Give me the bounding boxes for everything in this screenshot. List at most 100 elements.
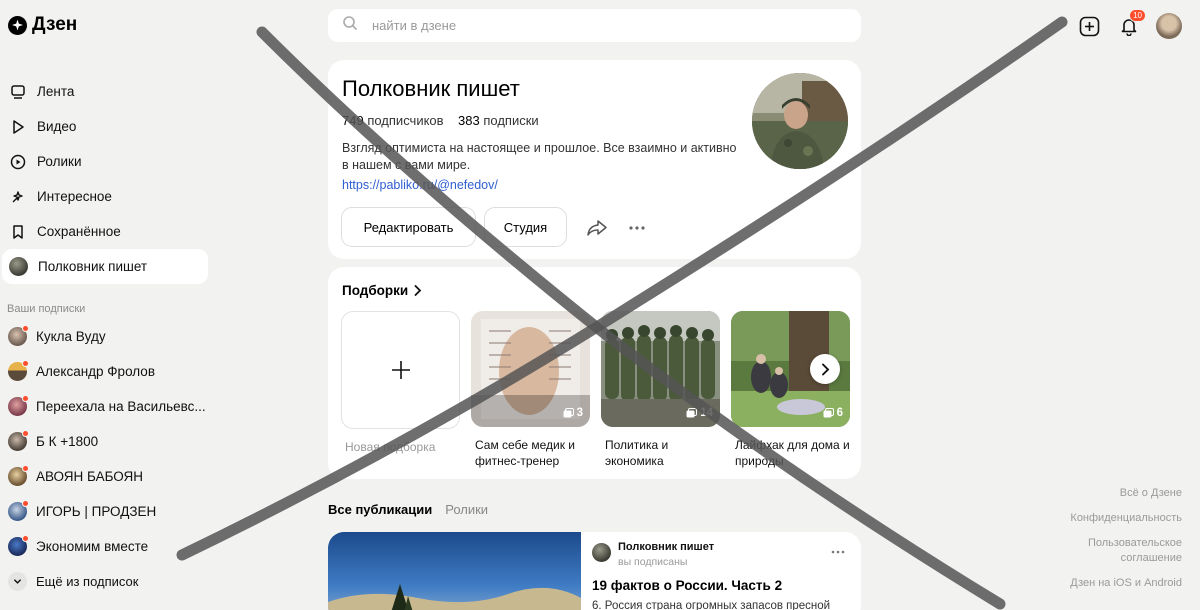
subscription-label: ИГОРЬ | ПРОДЗЕН [36, 504, 157, 519]
author-avatar[interactable] [592, 543, 611, 562]
footer-privacy-link[interactable]: Конфиденциальность [1070, 511, 1182, 526]
collection-count: 3 [563, 407, 583, 419]
subscription-item[interactable]: Переехала на Васильевс... [2, 389, 208, 424]
studio-button[interactable]: Студия [484, 207, 567, 247]
collection-label[interactable]: Политика и экономика [605, 437, 720, 469]
subscription-label: Кукла Вуду [36, 329, 106, 344]
sidebar-item-clips[interactable]: Ролики [2, 144, 208, 179]
create-button[interactable] [1078, 15, 1100, 37]
avatar [8, 360, 29, 381]
channel-avatar-large[interactable] [752, 73, 848, 169]
subscription-label: Александр Фролов [36, 364, 155, 379]
channel-title: Полковник пишет [342, 76, 520, 101]
chevron-right-icon [414, 285, 422, 296]
post-title[interactable]: 19 фактов о России. Часть 2 [592, 578, 782, 593]
avatar [8, 465, 29, 486]
stack-icon [686, 408, 698, 418]
avatar [8, 500, 29, 521]
sidebar-item-channel[interactable]: Полковник пишет [2, 249, 208, 284]
subscription-item[interactable]: ИГОРЬ | ПРОДЗЕН [2, 494, 208, 529]
chevron-right-icon [821, 363, 829, 375]
publication-card[interactable]: Полковник пишет вы подписаны 19 фактов о… [328, 532, 861, 610]
subscribers-label[interactable]: подписчиков [367, 113, 443, 128]
sidebar-item-video[interactable]: Видео [2, 109, 208, 144]
logo-text: Дзен [32, 14, 78, 35]
sidebar-item-label: Интересное [37, 189, 112, 204]
more-subscriptions-label: Ещё из подписок [36, 574, 139, 589]
edit-button[interactable]: Редактировать [341, 207, 476, 247]
interesting-icon [9, 188, 27, 206]
stack-icon [563, 408, 574, 418]
post-snippet: 6. Россия страна огромных запасов пресно… [592, 600, 831, 610]
subscription-item[interactable]: Экономим вместе [2, 529, 208, 564]
tab-clips[interactable]: Ролики [445, 502, 488, 517]
post-author[interactable]: Полковник пишет [618, 541, 714, 553]
sidebar-nav: Лента Видео Ролики Интересное Сохранённо… [2, 74, 208, 284]
more-options-button[interactable] [628, 218, 646, 236]
more-subscriptions-button[interactable]: Ещё из подписок [2, 564, 208, 599]
footer-apps-link[interactable]: Дзен на iOS и Android [1070, 576, 1182, 591]
unread-dot [22, 325, 29, 332]
more-horizontal-icon [629, 226, 645, 230]
avatar [8, 395, 29, 416]
stack-icon [823, 408, 834, 418]
sidebar-item-label: Ролики [37, 154, 82, 169]
dzen-logo-icon [8, 15, 27, 35]
new-collection-button[interactable] [341, 311, 460, 429]
subscribers-count: 749 [342, 113, 364, 128]
channel-stats: 749 подписчиков 383 подписки [342, 113, 539, 128]
search-icon [342, 15, 358, 36]
new-collection-label: Новая подборка [345, 440, 436, 454]
collection-label[interactable]: Лайфхак для дома и природы [735, 437, 850, 469]
subscriptions-label[interactable]: подписки [483, 113, 538, 128]
post-more-button[interactable] [831, 542, 845, 557]
collections-title: Подборки [342, 283, 409, 298]
footer-about-link[interactable]: Всё о Дзене [1070, 486, 1182, 501]
subscription-item[interactable]: АВОЯН БАБОЯН [2, 459, 208, 494]
tab-all-publications[interactable]: Все публикации [328, 502, 432, 517]
footer-agreement-link[interactable]: Пользовательское соглашение [1072, 536, 1182, 566]
collections-header[interactable]: Подборки [342, 283, 422, 298]
avatar [8, 325, 29, 346]
sidebar-item-label: Полковник пишет [38, 259, 148, 274]
collection-count-value: 14 [700, 407, 713, 419]
collection-count-value: 3 [576, 407, 583, 419]
share-icon [587, 220, 607, 236]
user-avatar[interactable] [1156, 13, 1182, 39]
sidebar-item-interesting[interactable]: Интересное [2, 179, 208, 214]
dzen-logo[interactable]: Дзен [8, 14, 77, 36]
publications-tabs: Все публикации Ролики [328, 502, 488, 517]
collections-next-button[interactable] [810, 354, 840, 384]
subscription-item[interactable]: Б К +1800 [2, 424, 208, 459]
collections-card: Подборки Новая подборка 3 Сам себе медик… [328, 267, 861, 479]
unread-dot [22, 430, 29, 437]
channel-description: Взгляд оптимиста на настоящее и прошлое.… [342, 141, 737, 172]
collection-count: 6 [823, 407, 843, 419]
feed-icon [9, 83, 27, 101]
subscription-item[interactable]: Александр Фролов [2, 354, 208, 389]
search-bar[interactable] [328, 9, 861, 42]
plus-icon [391, 361, 410, 379]
subscription-label: Б К +1800 [36, 434, 99, 449]
sidebar-item-feed[interactable]: Лента [2, 74, 208, 109]
collection-label[interactable]: Сам себе медик и фитнес-тренер [475, 437, 590, 469]
sidebar-item-label: Видео [37, 119, 77, 134]
bookmark-icon [9, 223, 27, 241]
subscriptions-list: Кукла Вуду Александр Фролов Переехала на… [2, 319, 208, 599]
publication-cover [328, 532, 581, 610]
channel-link[interactable]: https://pabliko.ru/@nefedov/ [342, 178, 498, 192]
sidebar-item-saved[interactable]: Сохранённое [2, 214, 208, 249]
notifications-button[interactable]: 10 [1118, 9, 1146, 37]
subscription-label: АВОЯН БАБОЯН [36, 469, 143, 484]
collection-tile[interactable]: 3 [471, 311, 590, 427]
unread-dot [22, 360, 29, 367]
sidebar-item-label: Сохранённое [37, 224, 121, 239]
channel-avatar [9, 257, 28, 276]
subscription-item[interactable]: Кукла Вуду [2, 319, 208, 354]
search-input[interactable] [372, 18, 772, 33]
collection-tile[interactable]: 14 [601, 311, 720, 427]
subscription-status: вы подписаны [618, 556, 688, 568]
share-button[interactable] [586, 218, 608, 243]
avatar [8, 535, 29, 556]
clips-icon [9, 153, 27, 171]
